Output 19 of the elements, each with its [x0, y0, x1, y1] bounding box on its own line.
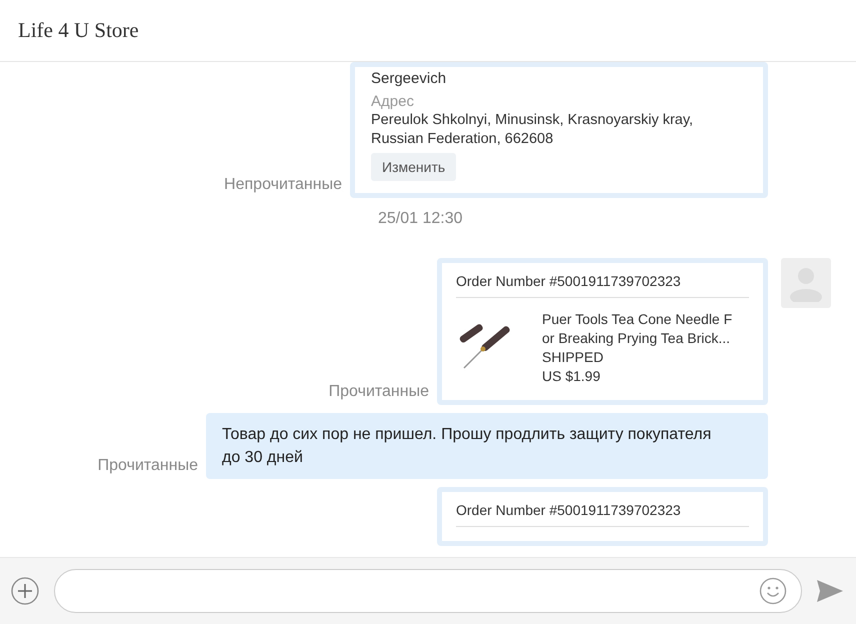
timestamp: 25/01 12:30: [378, 210, 463, 228]
read-status: Прочитанные: [328, 383, 429, 402]
smiley-icon[interactable]: [759, 577, 787, 605]
order-number: Order Number #5001911739702323: [456, 273, 749, 298]
add-icon[interactable]: [10, 576, 40, 606]
message-input[interactable]: [54, 569, 802, 613]
product-price: US $1.99: [542, 367, 602, 386]
address-label: Адрес: [371, 92, 415, 111]
recipient-name: Sergeevich: [371, 69, 448, 88]
store-title: Life 4 U Store: [18, 18, 139, 43]
product-title[interactable]: Puer Tools Tea Cone Needle F or Breaking Prying Tea Brick...: [542, 310, 748, 348]
order-number: Order Number #5001911739702323: [456, 502, 749, 527]
address-text: Pereulok Shkolnyi, Minusinsk, Krasnoyarskiy kray, Russian Federation, 662608: [371, 111, 694, 149]
send-icon[interactable]: [816, 579, 844, 603]
read-status: Прочитанные: [98, 457, 198, 476]
order-status: SHIPPED: [542, 348, 604, 367]
read-status: Непрочитанные: [224, 176, 342, 195]
edit-button[interactable]: Изменить: [371, 153, 456, 181]
message-bubble: Товар до сих пор не пришел. Прошу продлить защиту покупателя до 30 дней: [206, 413, 768, 479]
